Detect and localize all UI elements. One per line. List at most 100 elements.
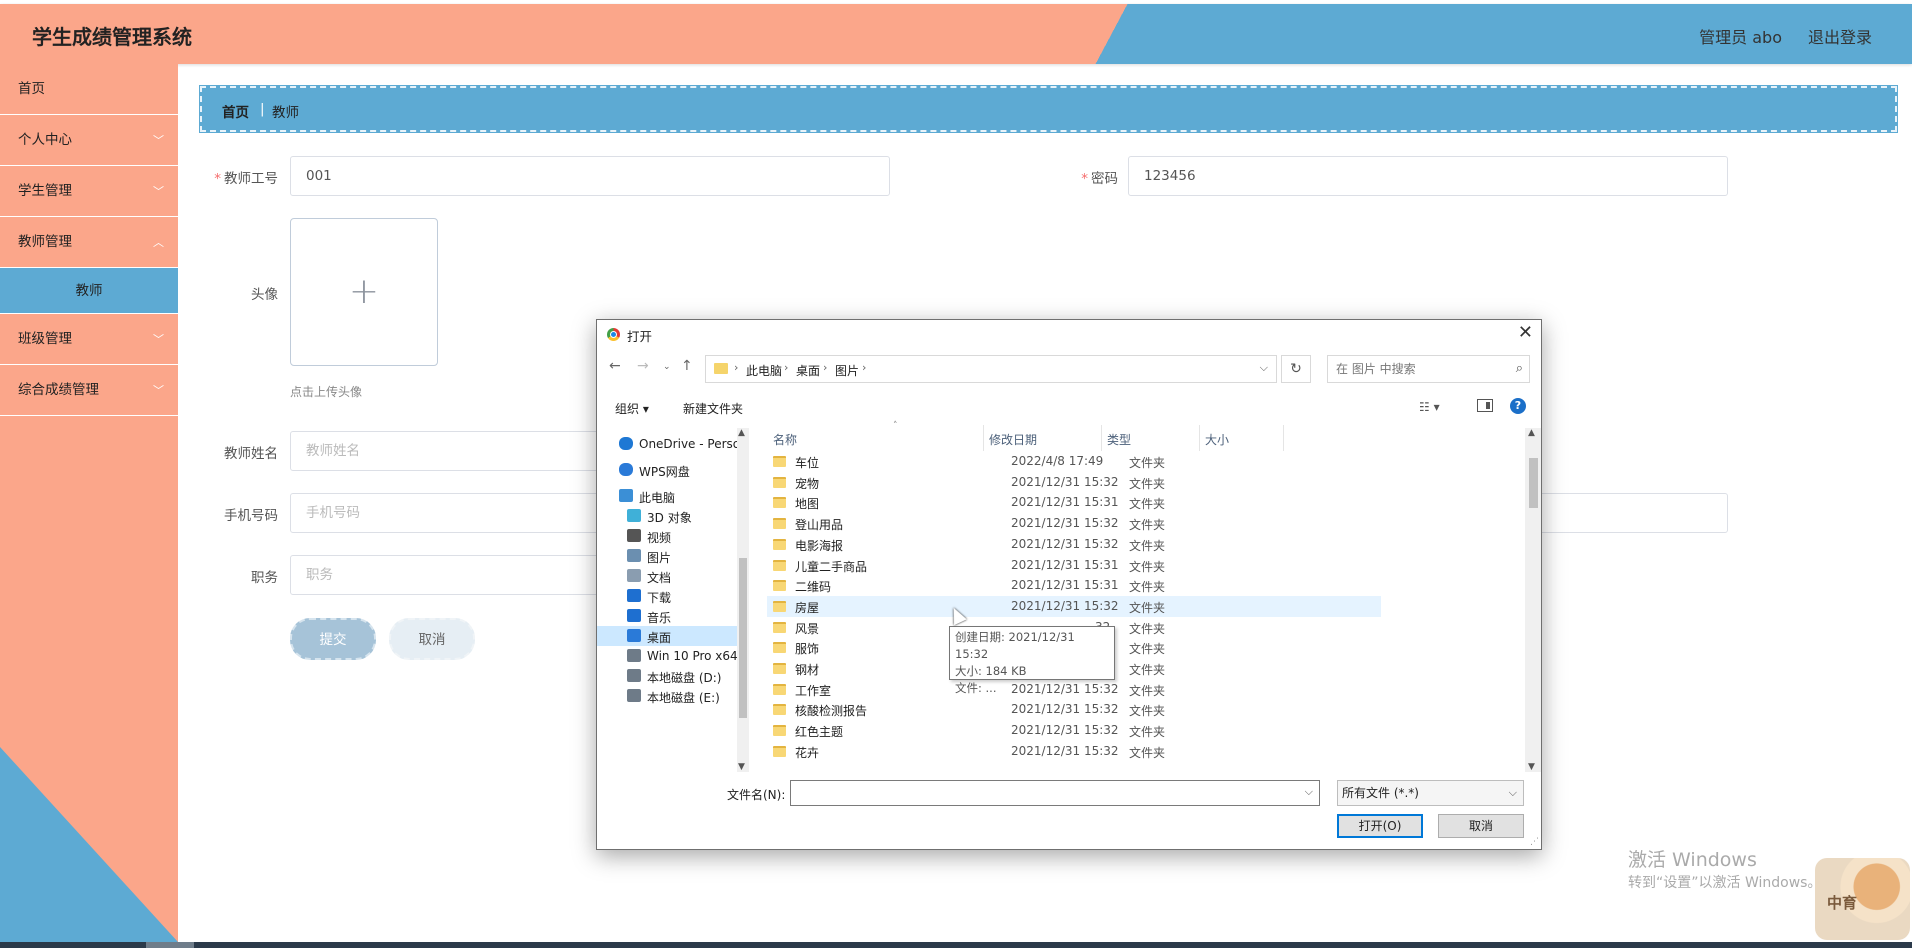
dialog-title-bar: 打开 ✕ bbox=[597, 320, 1541, 348]
teacher-name-label: 教师姓名 bbox=[224, 446, 278, 462]
folder-icon bbox=[773, 745, 786, 757]
file-row[interactable]: 核酸检测报告 2021/12/31 15:32 文件夹 bbox=[767, 699, 1381, 720]
close-icon[interactable]: ✕ bbox=[1518, 322, 1533, 343]
cancel-button[interactable]: 取消 bbox=[389, 618, 475, 660]
address-crumb[interactable]: 图片 bbox=[835, 362, 859, 379]
search-icon: ⌕ bbox=[1515, 361, 1523, 376]
search-input[interactable]: 在 图片 中搜索 ⌕ bbox=[1327, 355, 1530, 383]
refresh-icon[interactable]: ↻ bbox=[1281, 355, 1311, 383]
address-crumb[interactable]: 桌面 bbox=[796, 362, 820, 379]
file-row[interactable]: 车位 2022/4/8 17:49 文件夹 bbox=[767, 451, 1381, 472]
address-bar[interactable]: › 此电脑 › 桌面 › 图片 › ⌵ bbox=[705, 355, 1277, 383]
nav-tree-item[interactable]: 本地磁盘 (E:) bbox=[597, 686, 737, 706]
column-divider[interactable] bbox=[1283, 425, 1284, 451]
nav-tree-item[interactable]: WPS网盘 bbox=[597, 460, 737, 480]
file-type-select[interactable]: 所有文件 (*.*) ⌵ bbox=[1337, 780, 1524, 806]
chevron-up-icon: ︿ bbox=[153, 236, 164, 249]
logout-link[interactable]: 退出登录 bbox=[1808, 24, 1872, 48]
sidebar-subitem-teacher[interactable]: 教师 bbox=[0, 268, 178, 314]
nav-tree-label: 图片 bbox=[647, 551, 672, 565]
scroll-down-icon[interactable]: ▼ bbox=[738, 762, 745, 772]
sidebar-item-personal-center[interactable]: 个人中心 ﹀ bbox=[0, 115, 178, 166]
file-row[interactable]: 花卉 2021/12/31 15:32 文件夹 bbox=[767, 741, 1381, 762]
file-row[interactable]: 登山用品 2021/12/31 15:32 文件夹 bbox=[767, 513, 1381, 534]
submit-button[interactable]: 提交 bbox=[290, 618, 376, 660]
nav-tree-item[interactable]: 本地磁盘 (D:) bbox=[597, 666, 737, 686]
recent-locations-icon[interactable]: ⌄ bbox=[663, 362, 671, 372]
file-row[interactable]: 房屋 2021/12/31 15:32 文件夹 bbox=[767, 595, 1381, 617]
nav-tree-item[interactable]: 3D 对象 bbox=[597, 506, 737, 526]
up-icon[interactable]: ↑ bbox=[681, 358, 693, 374]
sidebar-item-class-management[interactable]: 班级管理 ﹀ bbox=[0, 314, 178, 365]
column-header-name[interactable]: 名称 bbox=[773, 431, 797, 448]
search-placeholder: 在 图片 中搜索 bbox=[1336, 362, 1416, 376]
file-row[interactable]: 二维码 2021/12/31 15:31 文件夹 bbox=[767, 575, 1381, 596]
forward-icon[interactable]: → bbox=[637, 358, 649, 374]
file-name: 地图 bbox=[795, 497, 820, 512]
sort-ascending-icon: ˄ bbox=[893, 421, 898, 431]
file-row[interactable]: 电影海报 2021/12/31 15:32 文件夹 bbox=[767, 534, 1381, 555]
nav-tree-item[interactable]: Win 10 Pro x64 bbox=[597, 646, 737, 666]
scroll-up-icon[interactable]: ▲ bbox=[738, 428, 745, 438]
breadcrumb-current: 教师 bbox=[272, 105, 299, 121]
filename-input[interactable]: ⌵ bbox=[790, 780, 1320, 806]
sidebar-item-student-management[interactable]: 学生管理 ﹀ bbox=[0, 166, 178, 217]
file-name: 服饰 bbox=[795, 642, 820, 657]
resize-grip-icon[interactable]: ⋰ bbox=[1530, 837, 1539, 847]
nav-tree-item[interactable]: 音乐 bbox=[597, 606, 737, 626]
column-header-type[interactable]: 类型 bbox=[1107, 431, 1131, 448]
address-crumb[interactable]: 此电脑 bbox=[746, 362, 782, 379]
folder-icon bbox=[773, 559, 786, 571]
password-input[interactable]: 123456 bbox=[1128, 156, 1728, 196]
file-type: 文件夹 bbox=[1129, 559, 1166, 574]
taskbar-item[interactable] bbox=[146, 942, 194, 948]
nav-tree-item[interactable]: 视频 bbox=[597, 526, 737, 546]
nav-tree-item[interactable]: 下载 bbox=[597, 586, 737, 606]
scroll-thumb[interactable] bbox=[1529, 458, 1538, 508]
file-row[interactable]: 地图 2021/12/31 15:31 文件夹 bbox=[767, 492, 1381, 513]
view-options-icon[interactable]: ☷ ▾ bbox=[1419, 400, 1440, 414]
column-divider[interactable] bbox=[1101, 425, 1102, 451]
file-date: 2022/4/8 17:49 bbox=[1011, 454, 1104, 468]
file-tooltip: 创建日期: 2021/12/31 15:32 大小: 184 KB 文件: ..… bbox=[949, 626, 1115, 695]
file-row[interactable]: 儿童二手商品 2021/12/31 15:31 文件夹 bbox=[767, 555, 1381, 576]
scroll-thumb[interactable] bbox=[739, 558, 747, 718]
chevron-down-icon[interactable]: ⌵ bbox=[1305, 785, 1313, 799]
file-row[interactable]: 宠物 2021/12/31 15:32 文件夹 bbox=[767, 472, 1381, 493]
nav-tree-item[interactable]: 此电脑 bbox=[597, 486, 737, 506]
column-header-size[interactable]: 大小 bbox=[1205, 431, 1229, 448]
column-divider[interactable] bbox=[983, 425, 984, 451]
file-row[interactable]: 红色主题 2021/12/31 15:32 文件夹 bbox=[767, 720, 1381, 741]
chevron-down-icon: ⌵ bbox=[1508, 786, 1517, 799]
nav-tree-item[interactable]: 文档 bbox=[597, 566, 737, 586]
new-folder-button[interactable]: 新建文件夹 bbox=[683, 400, 743, 417]
file-type: 文件夹 bbox=[1129, 725, 1166, 740]
scroll-up-icon[interactable]: ▲ bbox=[1528, 428, 1535, 438]
help-icon[interactable]: ? bbox=[1510, 398, 1526, 414]
sidebar-item-score-management[interactable]: 综合成绩管理 ﹀ bbox=[0, 365, 178, 416]
nav-tree-item[interactable]: 图片 bbox=[597, 546, 737, 566]
folder-icon bbox=[773, 497, 786, 509]
open-button[interactable]: 打开(O) bbox=[1337, 814, 1423, 838]
breadcrumb-home[interactable]: 首页 bbox=[222, 101, 249, 121]
nav-tree-item[interactable]: 桌面 bbox=[597, 626, 737, 646]
back-icon[interactable]: ← bbox=[609, 358, 621, 374]
preview-pane-icon[interactable] bbox=[1477, 399, 1493, 412]
nav-tree-item[interactable]: OneDrive - Perso bbox=[597, 434, 737, 454]
column-header-date[interactable]: 修改日期 bbox=[989, 431, 1037, 448]
sidebar-item-label: 学生管理 bbox=[18, 183, 72, 199]
scroll-down-icon[interactable]: ▼ bbox=[1528, 762, 1535, 772]
tree-scrollbar[interactable]: ▲ ▼ bbox=[737, 428, 749, 772]
sidebar-item-home[interactable]: 首页 bbox=[0, 64, 178, 115]
organize-button[interactable]: 组织 ▾ bbox=[615, 400, 649, 417]
file-type-value: 所有文件 (*.*) bbox=[1342, 786, 1419, 800]
chevron-right-icon: › bbox=[823, 361, 828, 374]
sidebar-item-teacher-management[interactable]: 教师管理 ︿ bbox=[0, 217, 178, 268]
chevron-down-icon[interactable]: ⌵ bbox=[1260, 361, 1268, 375]
file-list-scrollbar[interactable]: ▲ ▼ bbox=[1525, 428, 1541, 772]
column-divider[interactable] bbox=[1199, 425, 1200, 451]
activate-windows-title: 激活 Windows bbox=[1628, 849, 1757, 871]
avatar-upload[interactable]: + bbox=[290, 218, 438, 366]
teacher-no-input[interactable]: 001 bbox=[290, 156, 890, 196]
dialog-cancel-button[interactable]: 取消 bbox=[1438, 814, 1524, 838]
